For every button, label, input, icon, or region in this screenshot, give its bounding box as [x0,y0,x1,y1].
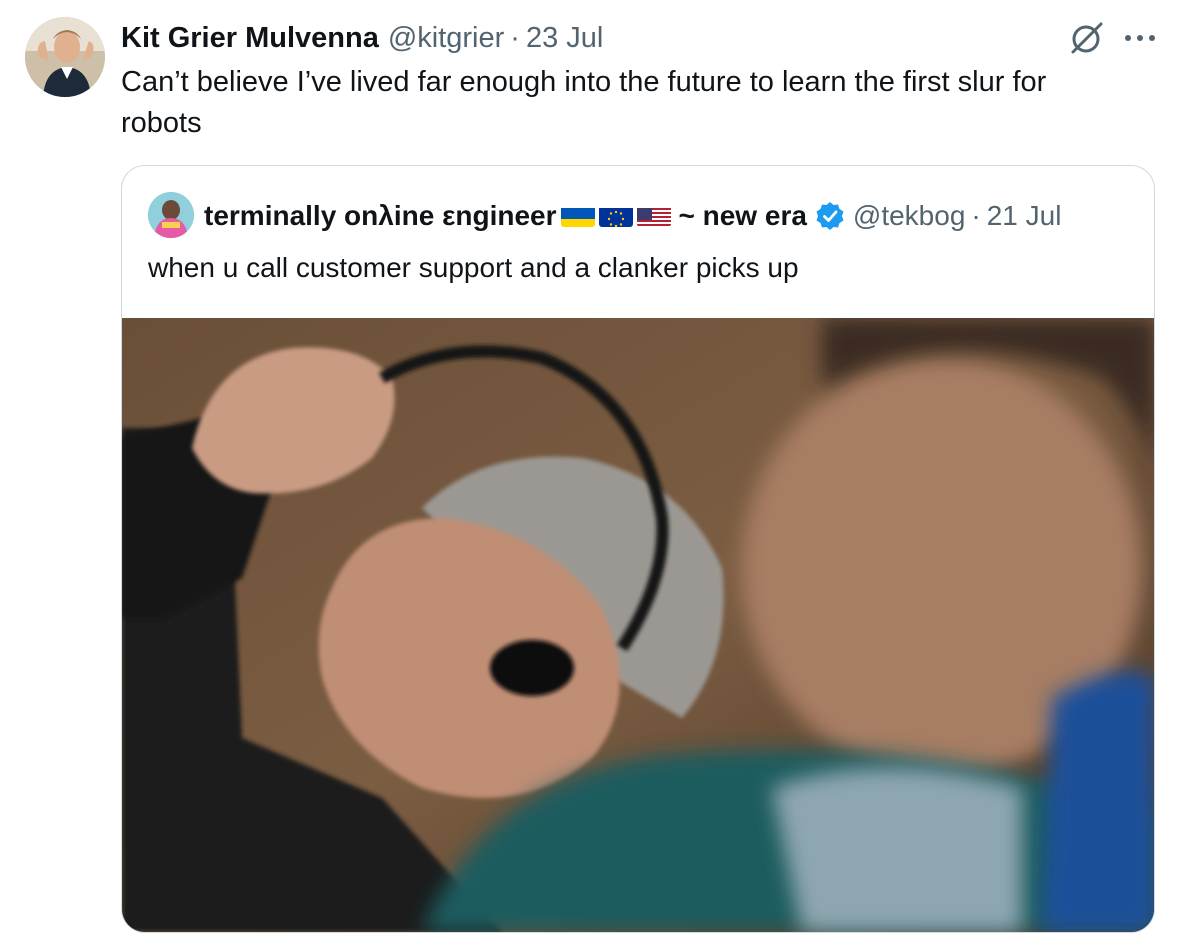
profile-photo-icon [25,17,105,97]
quoted-separator-dot: · [971,200,981,231]
quoted-author-avatar[interactable] [148,192,194,238]
ukraine-flag-icon [560,205,595,227]
quoted-tweet-card[interactable]: terminally onλine εngineer ~ new era @te… [121,165,1155,933]
meme-photo-icon [122,318,1154,932]
tweet-date[interactable]: 23 Jul [526,22,603,55]
quoted-tweet-media[interactable] [122,318,1154,932]
author-name[interactable]: Kit Grier Mulvenna [121,22,379,55]
quoted-name-suffix[interactable]: ~ new era [679,200,807,232]
quoted-author-name[interactable]: terminally onλine εngineer [204,200,557,232]
quoted-profile-photo-icon [148,192,194,238]
verified-badge-icon [815,201,845,231]
tweet-header: Kit Grier Mulvenna @kitgrier · 23 Jul [121,18,603,58]
separator-dot: · [510,21,520,54]
quoted-tweet-header: terminally onλine εngineer ~ new era @te… [204,196,1061,236]
quoted-tweet-date[interactable]: 21 Jul [987,200,1062,232]
eu-flag-icon [598,205,633,227]
grok-icon[interactable] [1066,19,1106,59]
quoted-tweet-text: when u call customer support and a clank… [148,252,799,283]
us-flag-icon [636,205,671,227]
author-avatar[interactable] [25,17,105,97]
more-horizontal-icon[interactable] [1120,23,1160,53]
quoted-author-handle[interactable]: @tekbog [853,200,966,232]
tweet-text: Can’t believe I’ve lived far enough into… [121,66,1047,139]
author-handle[interactable]: @kitgrier [388,22,504,55]
